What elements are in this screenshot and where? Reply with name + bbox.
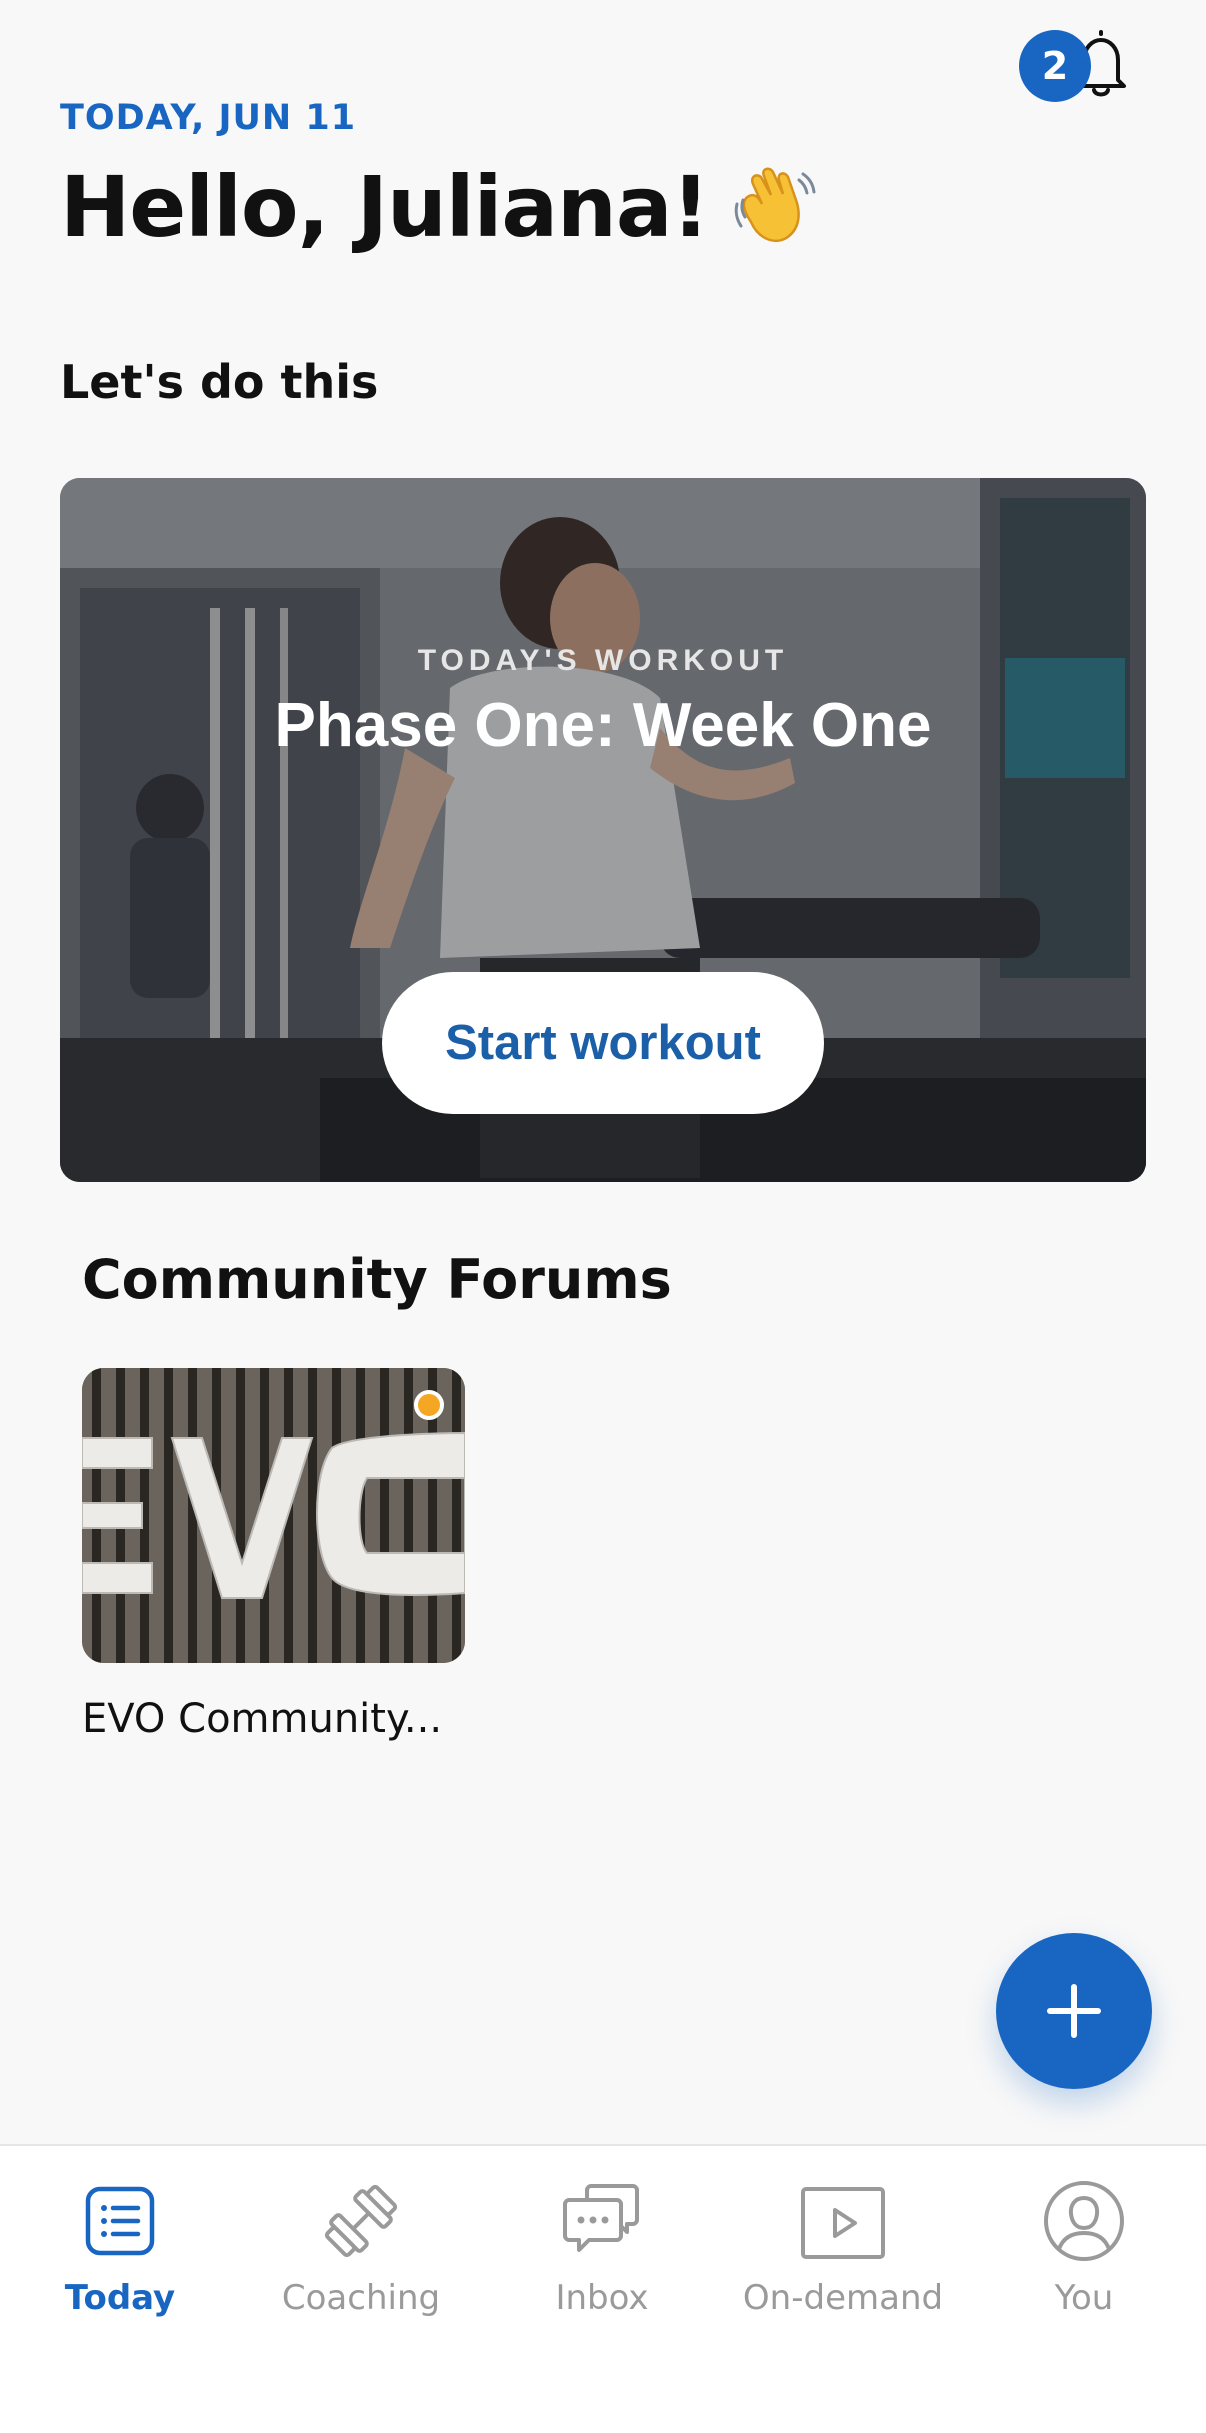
section-title: Let's do this xyxy=(60,355,379,409)
notification-count-badge[interactable]: 2 xyxy=(1019,30,1091,102)
user-icon xyxy=(1044,2181,1124,2261)
forums-title: Community Forums xyxy=(82,1248,672,1311)
chat-bubbles-icon xyxy=(563,2184,639,2252)
nav-label-on-demand: On-demand xyxy=(742,2278,944,2318)
unread-indicator xyxy=(414,1390,444,1420)
dumbbell-icon xyxy=(324,2184,398,2258)
checklist-icon xyxy=(85,2186,155,2256)
nav-label-you: You xyxy=(1054,2278,1114,2318)
add-button[interactable] xyxy=(996,1933,1152,2089)
workout-card[interactable]: TODAY'S WORKOUT Phase One: Week One Star… xyxy=(60,478,1146,1182)
current-date: TODAY, JUN 11 xyxy=(60,98,357,138)
greeting-text: Hello, Juliana! xyxy=(60,158,710,256)
nav-item-you[interactable]: You xyxy=(964,2176,1204,2336)
nav-item-inbox[interactable]: Inbox xyxy=(482,2176,722,2336)
waving-hand-icon xyxy=(734,167,816,242)
nav-label-today: Today xyxy=(64,2278,176,2318)
nav-label-coaching: Coaching xyxy=(281,2278,441,2318)
forum-thumbnail xyxy=(82,1368,465,1663)
workout-eyebrow: TODAY'S WORKOUT xyxy=(417,644,789,677)
play-icon xyxy=(801,2187,885,2259)
workout-title: Phase One: Week One xyxy=(274,691,932,760)
plus-icon xyxy=(1047,1984,1101,2038)
nav-label-inbox: Inbox xyxy=(555,2278,649,2318)
forum-name[interactable]: EVO Community... xyxy=(82,1696,442,1742)
nav-item-coaching[interactable]: Coaching xyxy=(241,2176,481,2336)
nav-item-today[interactable]: Today xyxy=(0,2176,240,2336)
nav-item-on-demand[interactable]: On-demand xyxy=(723,2176,963,2336)
today-screen: 2 TODAY, JUN 11 Hello, Juliana! Let's do… xyxy=(0,0,1206,2433)
start-workout-button[interactable]: Start workout xyxy=(382,972,824,1114)
greeting-heading: Hello, Juliana! xyxy=(60,158,819,256)
bottom-nav: Today Coaching Inbox On-demand You xyxy=(0,2144,1206,2433)
forum-tile-evo-community[interactable] xyxy=(82,1368,465,1663)
